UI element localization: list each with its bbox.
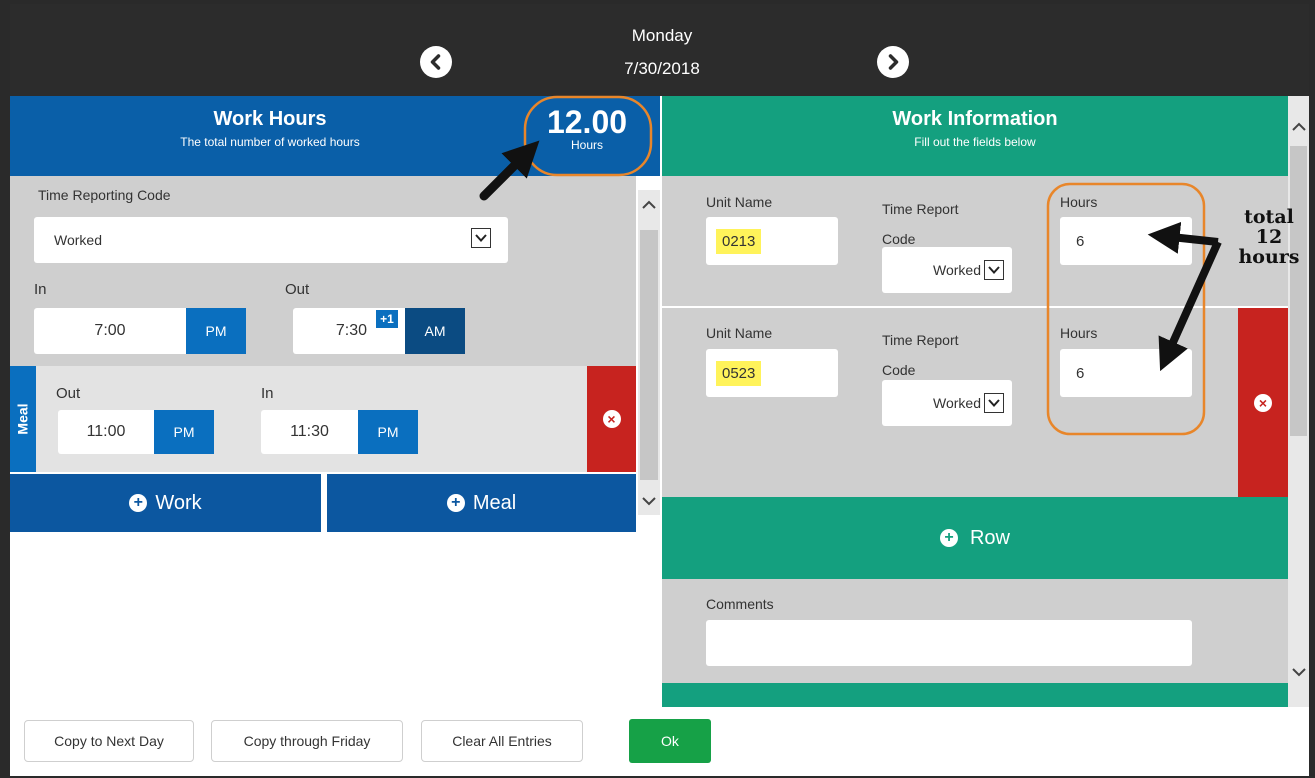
- scroll-down-icon[interactable]: [1292, 667, 1306, 677]
- next-day-badge: +1: [376, 310, 398, 328]
- time-report-code-value: Worked: [933, 262, 981, 278]
- in-label: In: [34, 281, 47, 298]
- unit-name-input[interactable]: 0213: [706, 217, 838, 265]
- time-report-code-select[interactable]: Worked: [882, 247, 1012, 293]
- out-ampm-toggle[interactable]: AM: [405, 308, 465, 354]
- meal-in-ampm-toggle[interactable]: PM: [358, 410, 418, 454]
- time-report-code-select[interactable]: Worked: [882, 380, 1012, 426]
- dialog-header: Monday 7/30/2018: [10, 4, 1309, 96]
- header-day: Monday: [631, 26, 693, 45]
- previous-day-button[interactable]: [420, 46, 452, 78]
- add-meal-label: Meal: [472, 491, 517, 514]
- hours-input[interactable]: 6: [1060, 349, 1192, 397]
- copy-through-friday-button[interactable]: Copy through Friday: [211, 720, 403, 762]
- work-information-subtitle: Fill out the fields below: [914, 135, 1036, 149]
- unit-name-value: 0213: [716, 228, 762, 254]
- delete-row-button[interactable]: ×: [1238, 308, 1288, 497]
- comments-label: Comments: [706, 596, 774, 612]
- annotation-line-1: total: [1244, 206, 1294, 228]
- meal-tab: Meal: [10, 366, 36, 472]
- hours-label: Hours: [1060, 194, 1098, 210]
- scroll-down-icon[interactable]: [642, 496, 656, 506]
- work-hours-subtitle: The total number of worked hours: [180, 135, 360, 149]
- right-scrollbar-thumb[interactable]: [1290, 146, 1307, 436]
- total-hours-unit: Hours: [570, 138, 603, 152]
- delete-meal-button[interactable]: ×: [587, 366, 636, 472]
- total-hours-value: 12.00: [546, 104, 628, 140]
- scroll-up-icon[interactable]: [1292, 122, 1306, 132]
- close-icon: ×: [602, 410, 621, 428]
- unit-name-input[interactable]: 0523: [706, 349, 838, 397]
- chevron-down-icon: [984, 260, 1004, 280]
- meal-tab-label: Meal: [15, 403, 31, 435]
- unit-name-label: Unit Name: [706, 194, 773, 210]
- ok-button[interactable]: Ok: [629, 719, 711, 763]
- meal-in-time-input[interactable]: 11:30: [261, 410, 358, 454]
- work-information-header: Work Information Fill out the fields bel…: [662, 96, 1288, 176]
- copy-to-next-day-button[interactable]: Copy to Next Day: [24, 720, 194, 762]
- left-scrollbar-thumb[interactable]: [640, 230, 658, 480]
- annotation-line-2: 12: [1255, 225, 1283, 248]
- meal-in-label: In: [261, 385, 274, 402]
- scroll-up-icon[interactable]: [642, 200, 656, 210]
- plus-circle-icon: +: [446, 494, 465, 512]
- add-work-button[interactable]: + Work: [10, 474, 321, 532]
- next-day-button[interactable]: [877, 46, 909, 78]
- chevron-down-icon: [471, 228, 491, 248]
- time-report-code-label: Time Report Code: [882, 201, 959, 247]
- work-info-footer-bar: [662, 683, 1288, 707]
- add-meal-button[interactable]: + Meal: [327, 474, 636, 532]
- plus-circle-icon: +: [129, 494, 148, 512]
- meal-out-label: Out: [56, 385, 81, 402]
- close-icon: ×: [1254, 393, 1272, 412]
- in-ampm-toggle[interactable]: PM: [186, 308, 246, 354]
- time-report-code-label: Time Report Code: [882, 332, 959, 378]
- time-reporting-code-label: Time Reporting Code: [38, 187, 171, 203]
- time-report-code-value: Worked: [933, 395, 981, 411]
- unit-name-value: 0523: [716, 360, 762, 386]
- chevron-right-icon: [888, 54, 899, 70]
- meal-out-ampm-toggle[interactable]: PM: [154, 410, 214, 454]
- add-row-button[interactable]: + Row: [662, 497, 1288, 579]
- in-time-input[interactable]: 7:00: [34, 308, 186, 354]
- out-label: Out: [285, 281, 310, 298]
- header-date: 7/30/2018: [624, 59, 700, 78]
- comments-input[interactable]: [706, 620, 1192, 666]
- hours-input[interactable]: 6: [1060, 217, 1192, 265]
- work-hours-title: Work Hours: [213, 108, 327, 130]
- plus-circle-icon: +: [939, 529, 958, 547]
- add-work-label: Work: [155, 491, 202, 514]
- hours-label: Hours: [1060, 325, 1098, 341]
- work-information-title: Work Information: [892, 108, 1058, 130]
- time-reporting-code-value: Worked: [54, 232, 102, 248]
- clear-all-entries-button[interactable]: Clear All Entries: [421, 720, 583, 762]
- meal-out-time-input[interactable]: 11:00: [58, 410, 154, 454]
- add-row-label: Row: [969, 526, 1010, 549]
- out-time-value: 7:30: [335, 322, 367, 339]
- annotation-line-3: hours: [1238, 245, 1300, 268]
- unit-name-label: Unit Name: [706, 325, 773, 341]
- chevron-down-icon: [984, 393, 1004, 413]
- work-hours-header: Work Hours The total number of worked ho…: [10, 96, 660, 176]
- chevron-left-icon: [430, 54, 441, 70]
- annotation-total-note: total 12 hours: [1226, 206, 1312, 268]
- time-reporting-code-select[interactable]: Worked: [34, 217, 508, 263]
